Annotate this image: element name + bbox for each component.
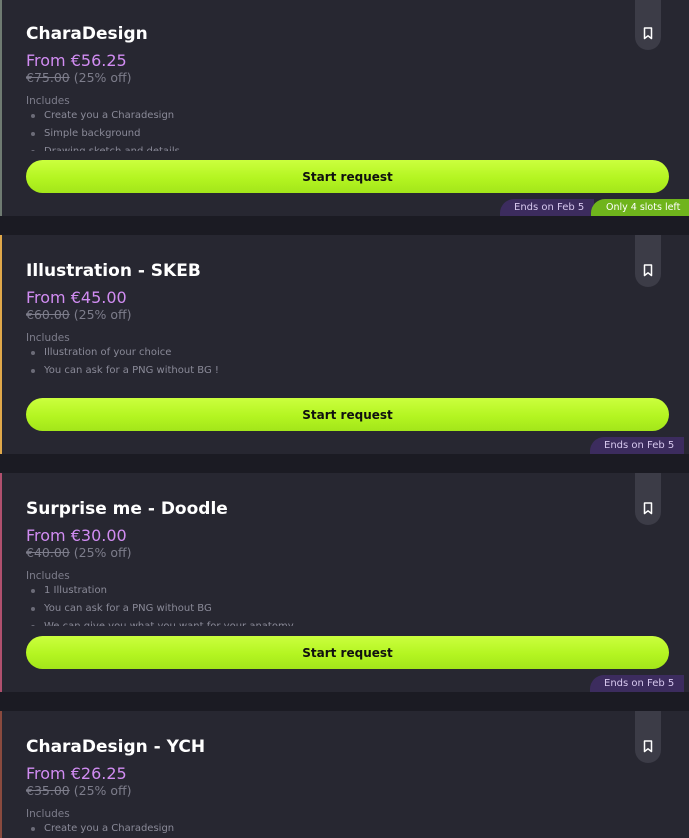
list-item: Create you a Charadesign <box>26 107 180 125</box>
list-item: Illustration of your choice <box>26 344 219 362</box>
discount-label: (25% off) <box>73 783 132 798</box>
bookmark-button[interactable] <box>635 711 661 763</box>
commission-card: Illustration - SKEB From €45.00 €60.00 (… <box>0 235 689 454</box>
card-title: Illustration - SKEB <box>26 261 201 281</box>
original-price: €60.00 <box>26 307 70 322</box>
card-title: CharaDesign <box>26 24 148 44</box>
start-request-button[interactable]: Start request <box>26 398 669 431</box>
start-request-button[interactable]: Start request <box>26 160 669 193</box>
discount-label: (25% off) <box>73 307 132 322</box>
card-accent <box>0 711 2 838</box>
ends-badge: Ends on Feb 5 <box>500 199 595 216</box>
bookmark-icon <box>643 264 653 277</box>
list-item: 1 Illustration <box>26 582 294 600</box>
card-title: Surprise me - Doodle <box>26 499 228 519</box>
bookmark-icon <box>643 502 653 515</box>
list-item: Drawing sketch and details <box>26 143 180 151</box>
card-accent <box>0 235 2 454</box>
card-price: From €26.25 <box>26 764 127 783</box>
card-price: From €30.00 <box>26 526 127 545</box>
list-item: You can ask for a PNG without BG <box>26 600 294 618</box>
includes-label: Includes <box>26 95 70 107</box>
includes-list: Create you a Charadesign Simple backgrou… <box>26 107 180 151</box>
list-item: We can give you what you want for your a… <box>26 618 294 626</box>
card-price: From €45.00 <box>26 288 127 307</box>
includes-label: Includes <box>26 808 70 820</box>
includes-list: 1 Illustration You can ask for a PNG wit… <box>26 582 294 626</box>
bookmark-icon <box>643 27 653 40</box>
bookmark-button[interactable] <box>635 0 661 50</box>
card-accent <box>0 0 2 216</box>
card-price: From €56.25 <box>26 51 127 70</box>
commission-card: CharaDesign - YCH From €26.25 €35.00 (25… <box>0 711 689 838</box>
bookmark-button[interactable] <box>635 473 661 525</box>
list-item: Simple background <box>26 125 180 143</box>
commission-card: Surprise me - Doodle From €30.00 €40.00 … <box>0 473 689 692</box>
bookmark-button[interactable] <box>635 235 661 287</box>
start-request-button[interactable]: Start request <box>26 636 669 669</box>
original-price: €40.00 <box>26 545 70 560</box>
includes-label: Includes <box>26 332 70 344</box>
list-item: Create you a Charadesign <box>26 820 174 838</box>
original-price-line: €40.00 (25% off) <box>26 545 132 560</box>
original-price-line: €35.00 (25% off) <box>26 783 132 798</box>
list-item: You can ask for a PNG without BG ! <box>26 362 219 380</box>
original-price-line: €75.00 (25% off) <box>26 70 132 85</box>
includes-list: Illustration of your choice You can ask … <box>26 344 219 384</box>
ends-badge: Ends on Feb 5 <box>590 675 685 692</box>
includes-list: Create you a Charadesign <box>26 820 174 838</box>
discount-label: (25% off) <box>73 545 132 560</box>
card-title: CharaDesign - YCH <box>26 737 206 757</box>
bookmark-icon <box>643 740 653 753</box>
commission-card: CharaDesign From €56.25 €75.00 (25% off)… <box>0 0 689 216</box>
original-price: €35.00 <box>26 783 70 798</box>
ends-badge: Ends on Feb 5 <box>590 437 685 454</box>
includes-label: Includes <box>26 570 70 582</box>
discount-label: (25% off) <box>73 70 132 85</box>
original-price-line: €60.00 (25% off) <box>26 307 132 322</box>
card-accent <box>0 473 2 692</box>
original-price: €75.00 <box>26 70 70 85</box>
slots-badge: Only 4 slots left <box>591 199 689 216</box>
